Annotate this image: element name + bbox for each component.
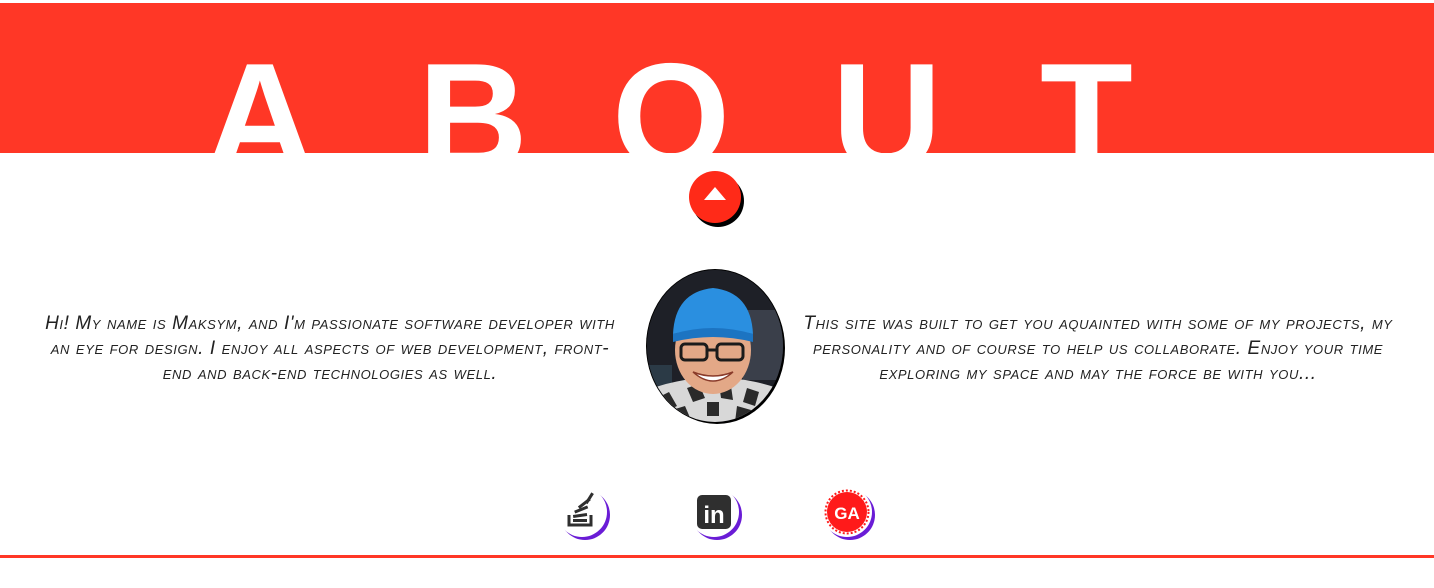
scroll-to-top-button[interactable] — [689, 171, 741, 223]
hero-letter-a: A — [205, 32, 315, 153]
linkedin-label: in — [703, 502, 724, 529]
hero-letter-b: B — [418, 32, 528, 153]
linkedin-link[interactable]: in — [689, 487, 739, 537]
bio-intro-text: Hi! My name is Maksym, and I'm passionat… — [45, 313, 615, 384]
arrow-up-icon — [704, 187, 726, 200]
stack-overflow-icon — [567, 492, 594, 527]
general-assembly-label: GA — [834, 504, 860, 523]
hero-letter-t: T — [1040, 32, 1133, 153]
hero-letter-o: O — [612, 32, 731, 153]
avatar — [647, 270, 783, 422]
about-page: A B O U T Hi! My name is Maksym, and I'm… — [0, 0, 1434, 588]
hero-letter-u: U — [832, 32, 942, 153]
linkedin-icon: in — [697, 495, 731, 529]
about-hero-banner: A B O U T — [0, 3, 1434, 153]
general-assembly-icon: GA — [824, 489, 870, 535]
stack-overflow-link[interactable] — [557, 487, 607, 537]
general-assembly-link[interactable]: GA — [822, 487, 872, 537]
bio-site-text: This site was built to get you aquainted… — [803, 313, 1393, 384]
section-divider — [0, 555, 1434, 558]
profile-photo — [647, 270, 783, 422]
